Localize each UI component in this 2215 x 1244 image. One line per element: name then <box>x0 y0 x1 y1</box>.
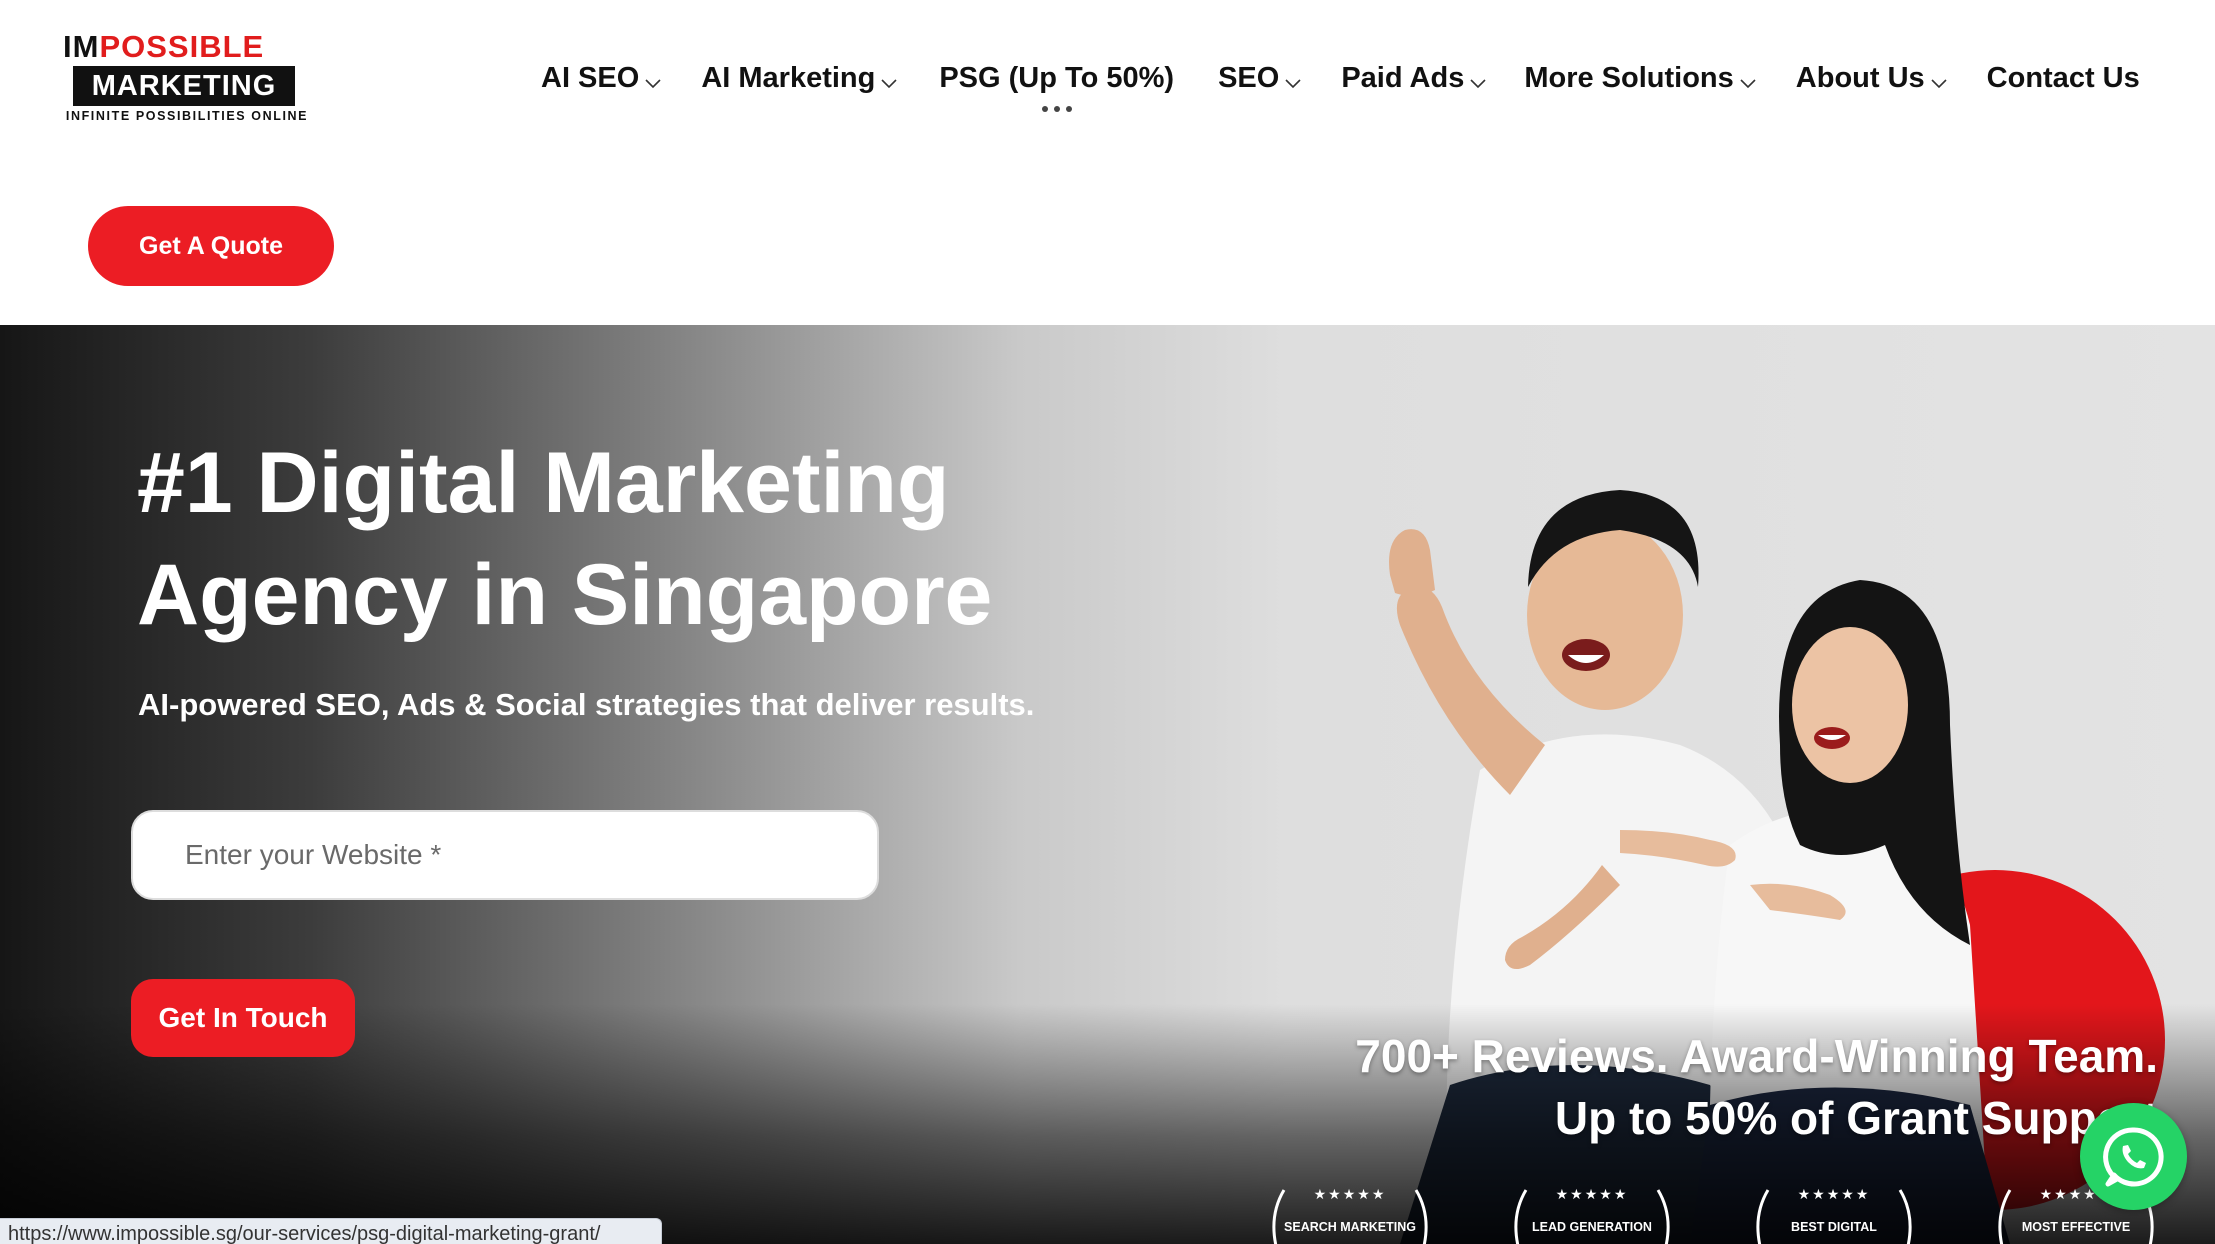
logo-wordmark: IMPOSSIBLE <box>63 30 264 64</box>
nav-label: Paid Ads <box>1341 61 1465 94</box>
nav-label: AI Marketing <box>701 61 876 94</box>
award-label: MOST EFFECTIVE <box>2021 1220 2131 1234</box>
nav-item-ai-marketing[interactable]: AI Marketing <box>701 60 897 97</box>
awards-row: ★★★★★ SEARCH MARKETING ★★★★★ LEAD GENERA… <box>1260 1180 2166 1244</box>
award-stars: ★★★★★ <box>1313 1186 1387 1202</box>
chevron-down-icon <box>645 64 661 97</box>
hero-section: #1 Digital Marketing Agency in Singapore… <box>0 325 2215 1244</box>
reviews-banner: 700+ Reviews. Award-Winning Team. Up to … <box>1355 1025 2158 1149</box>
site-header: IMPOSSIBLE MARKETING INFINITE POSSIBILIT… <box>0 0 2215 325</box>
hero-title-line1: #1 Digital Marketing <box>137 435 950 531</box>
nav-item-paid-ads[interactable]: Paid Ads <box>1341 60 1486 97</box>
award-label: BEST DIGITAL <box>1791 1220 1877 1234</box>
nav-label: About Us <box>1795 61 1925 94</box>
get-a-quote-button[interactable]: Get A Quote <box>88 206 334 286</box>
nav-item-seo[interactable]: SEO <box>1218 60 1301 97</box>
whatsapp-button[interactable] <box>2080 1103 2187 1210</box>
whatsapp-icon <box>2102 1126 2164 1186</box>
website-input[interactable] <box>131 810 879 900</box>
award-label: LEAD GENERATION <box>1532 1220 1652 1234</box>
award-badge: ★★★★★ SEARCH MARKETING <box>1260 1180 1440 1244</box>
award-badge: ★★★★★ LEAD GENERATION <box>1502 1180 1682 1244</box>
nav-label: More Solutions <box>1524 61 1734 94</box>
nav-label: Contact Us <box>1986 61 2140 94</box>
chevron-down-icon <box>1740 64 1756 97</box>
nav-item-about-us[interactable]: About Us <box>1796 60 1947 97</box>
chevron-down-icon <box>1470 64 1486 97</box>
hero-title: #1 Digital Marketing Agency in Singapore <box>137 427 1137 651</box>
nav-item-psg[interactable]: PSG (Up To 50%) <box>939 61 1175 112</box>
site-logo[interactable]: IMPOSSIBLE MARKETING INFINITE POSSIBILIT… <box>57 30 312 124</box>
award-stars: ★★★★★ <box>1797 1186 1871 1202</box>
more-dots-icon <box>1041 105 1072 112</box>
reviews-line2: Up to 50% of Grant Support <box>1554 1092 2158 1144</box>
award-stars: ★★★★★ <box>1555 1186 1629 1202</box>
chevron-down-icon <box>1285 64 1301 97</box>
nav-item-contact-us[interactable]: Contact Us <box>1987 62 2140 95</box>
nav-item-ai-seo[interactable]: AI SEO <box>541 60 661 97</box>
nav-item-more-solutions[interactable]: More Solutions <box>1524 60 1756 97</box>
nav-label: PSG (Up To 50%) <box>939 61 1175 94</box>
award-badge: ★★★★★ BEST DIGITAL <box>1744 1180 1924 1244</box>
nav-label: SEO <box>1218 61 1280 94</box>
logo-im: IM <box>63 29 100 64</box>
hero-subtitle: AI-powered SEO, Ads & Social strategies … <box>138 687 1035 722</box>
chevron-down-icon <box>1931 64 1947 97</box>
hero-title-line2: Agency in Singapore <box>137 547 993 643</box>
nav-label: AI SEO <box>541 61 640 94</box>
logo-possible: POSSIBLE <box>99 29 265 64</box>
chevron-down-icon <box>881 64 897 97</box>
award-label: SEARCH MARKETING <box>1284 1220 1416 1234</box>
main-nav: AI SEO AI Marketing PSG (Up To 50%) SEO … <box>541 56 2140 112</box>
status-bar-url: https://www.impossible.sg/our-services/p… <box>0 1218 662 1244</box>
reviews-line1: 700+ Reviews. Award-Winning Team. <box>1355 1030 2158 1082</box>
get-in-touch-button[interactable]: Get In Touch <box>131 979 355 1057</box>
logo-tagline: INFINITE POSSIBILITIES ONLINE <box>65 109 309 123</box>
logo-marketing: MARKETING <box>73 66 295 106</box>
